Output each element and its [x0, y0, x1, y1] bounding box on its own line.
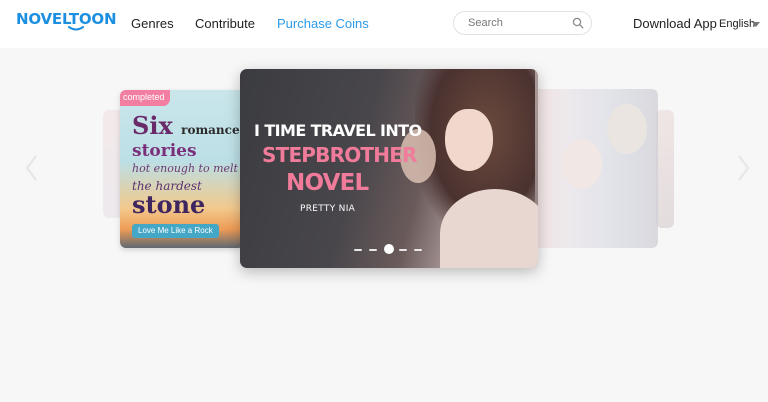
search-box[interactable] — [453, 11, 592, 35]
carousel-prev-arrow-icon[interactable] — [22, 153, 42, 183]
carousel-pagination — [354, 244, 424, 256]
carousel-next-arrow-icon[interactable] — [733, 153, 753, 183]
cover-illustration — [445, 109, 493, 171]
featured-title-line1: I TIME TRAVEL INTO — [254, 121, 422, 140]
cover-illustration — [562, 139, 602, 189]
carousel-card-featured[interactable]: I TIME TRAVEL INTO STEPBROTHER NOVEL PRE… — [240, 69, 538, 268]
carousel-dot-active[interactable] — [384, 244, 394, 254]
cover-title-line5: stone — [132, 190, 206, 219]
cover-title-line1: Six romance — [132, 114, 240, 142]
logo-text: NOVELTOON — [16, 10, 117, 28]
download-app-link[interactable]: Download App — [633, 16, 717, 32]
cover-subtitle: Love Me Like a Rock — [132, 224, 219, 238]
cover-title-line2: stories — [132, 141, 197, 161]
featured-author: PRETTY NIA — [300, 204, 356, 214]
cover-title-small: romance — [181, 123, 240, 137]
carousel-card-left[interactable]: completed Six romance stories hot enough… — [120, 90, 244, 248]
noveltoon-logo[interactable]: NOVELTOON — [16, 10, 117, 31]
carousel-dot[interactable] — [414, 249, 422, 251]
nav-genres[interactable]: Genres — [131, 16, 174, 32]
cover-illustration — [607, 104, 647, 154]
nav-contribute[interactable]: Contribute — [195, 16, 255, 32]
chevron-down-icon[interactable] — [752, 22, 760, 27]
carousel-card-right[interactable] — [532, 89, 658, 248]
carousel-dot[interactable] — [399, 249, 407, 251]
carousel-dot[interactable] — [369, 249, 377, 251]
completed-badge: completed — [120, 90, 170, 106]
language-selector[interactable]: English — [719, 17, 755, 31]
carousel-dot[interactable] — [354, 249, 362, 251]
logo-smile-icon — [68, 26, 84, 31]
featured-title-line2: STEPBROTHER — [262, 143, 417, 167]
featured-title-line3: NOVEL — [286, 170, 369, 196]
search-icon[interactable] — [572, 17, 584, 29]
cover-title-line3: hot enough to melt — [132, 162, 238, 175]
search-input[interactable] — [468, 16, 568, 30]
cover-title-big: Six — [132, 111, 173, 140]
top-navigation-bar: NOVELTOON Genres Contribute Purchase Coi… — [0, 0, 768, 48]
carousel-card-far-right[interactable] — [656, 110, 674, 228]
nav-purchase-coins[interactable]: Purchase Coins — [277, 16, 369, 32]
